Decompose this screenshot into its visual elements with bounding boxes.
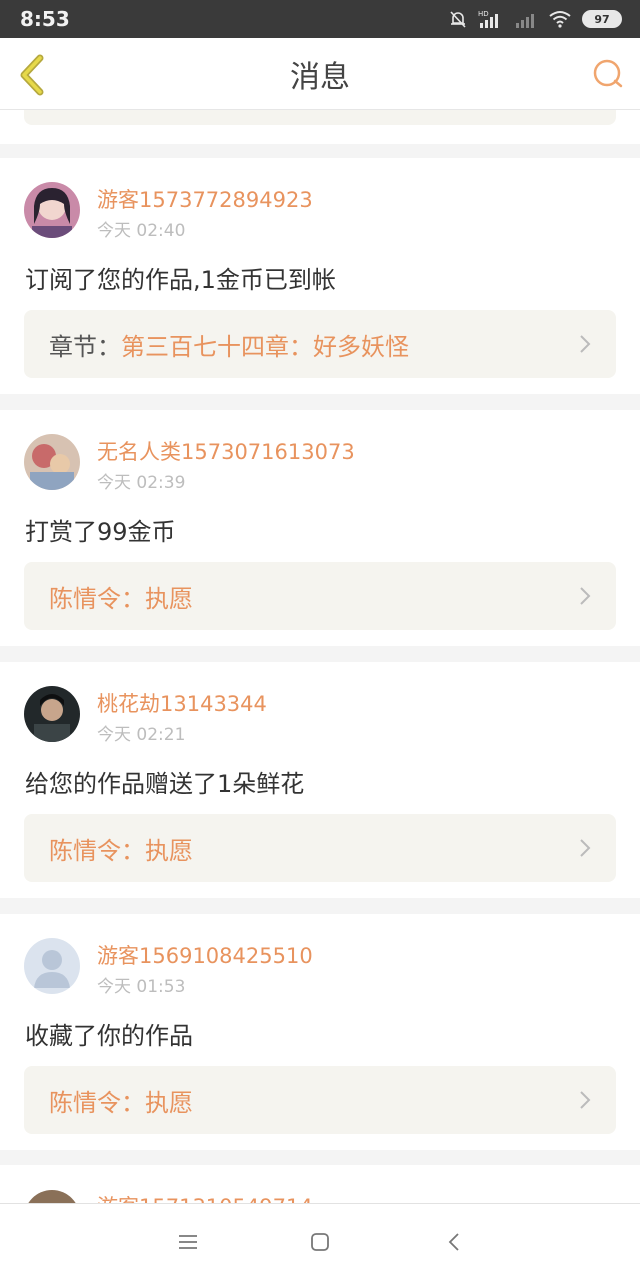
home-square-icon <box>311 1233 329 1251</box>
work-link[interactable]: 章节： 第三百七十四章：好多妖怪 <box>24 310 616 378</box>
avatar[interactable] <box>24 434 80 490</box>
battery-indicator: 97 <box>582 10 622 28</box>
chevron-right-icon <box>580 839 591 857</box>
search-button[interactable] <box>590 56 626 92</box>
mute-bell-icon <box>450 11 466 28</box>
status-icons: HD 97 <box>448 9 622 29</box>
home-button[interactable] <box>306 1230 334 1254</box>
timestamp: 今天 01:53 <box>97 977 186 997</box>
username[interactable]: 无名人类1573071613073 <box>97 436 355 466</box>
work-link[interactable]: 陈情令：执愿 <box>24 562 616 630</box>
work-title: 第三百七十四章：好多妖怪 <box>121 332 409 361</box>
notification-card: 游客1569108425510 今天 01:53 收藏了你的作品 陈情令：执愿 <box>0 914 640 1150</box>
status-time: 8:53 <box>20 7 70 31</box>
header: 消息 <box>0 38 640 110</box>
work-title: 陈情令：执愿 <box>49 584 193 613</box>
timestamp: 今天 02:39 <box>97 473 186 493</box>
work-link[interactable]: 陈情令：执愿 <box>24 814 616 882</box>
work-link[interactable]: 陈情令：执愿 <box>24 1066 616 1134</box>
signal-weak-icon <box>516 14 534 28</box>
search-icon <box>593 59 623 88</box>
chevron-right-icon <box>580 587 591 605</box>
message-feed[interactable]: 游客1573772894923 今天 02:40 订阅了您的作品,1金币已到帐 … <box>0 110 640 1203</box>
message-text: 打赏了99金币 <box>25 518 176 546</box>
work-title: 陈情令：执愿 <box>49 836 193 865</box>
wifi-icon <box>549 11 571 28</box>
default-avatar[interactable] <box>24 938 80 994</box>
signal-hd-icon: HD <box>478 10 498 28</box>
back-chevron-icon <box>20 54 44 96</box>
notification-card: 游客1573772894923 今天 02:40 订阅了您的作品,1金币已到帐 … <box>0 158 640 394</box>
username[interactable]: 游客1573772894923 <box>97 184 313 214</box>
message-text: 给您的作品赠送了1朵鲜花 <box>25 770 305 798</box>
svg-text:HD: HD <box>478 10 489 18</box>
chevron-right-icon <box>580 1091 591 1109</box>
status-bar: 8:53 HD 97 <box>0 0 640 38</box>
work-prefix: 章节： <box>49 332 121 361</box>
username[interactable]: 桃花劫13143344 <box>97 688 267 718</box>
timestamp: 今天 02:40 <box>97 221 186 241</box>
menu-icon <box>179 1235 197 1249</box>
avatar[interactable] <box>24 686 80 742</box>
nav-back-button[interactable] <box>440 1230 468 1254</box>
avatar[interactable] <box>24 1190 80 1203</box>
message-text: 收藏了你的作品 <box>25 1022 193 1050</box>
chevron-right-icon <box>580 335 591 353</box>
username[interactable]: 游客1569108425510 <box>97 940 313 970</box>
notification-card: 桃花劫13143344 今天 02:21 给您的作品赠送了1朵鲜花 陈情令：执愿 <box>0 662 640 898</box>
menu-button[interactable] <box>174 1230 202 1254</box>
screen: 8:53 HD 97 消息 游客1573772894923 今天 02:40 订… <box>0 0 640 1280</box>
back-button[interactable] <box>14 54 50 96</box>
work-title: 陈情令：执愿 <box>49 1088 193 1117</box>
username[interactable]: 游客1571310549714 <box>97 1191 313 1203</box>
back-triangle-icon <box>448 1233 459 1251</box>
partial-work-link[interactable] <box>24 110 616 125</box>
avatar[interactable] <box>24 182 80 238</box>
page-title: 消息 <box>290 59 350 95</box>
partial-next-card: 游客1571310549714 <box>0 1165 640 1203</box>
timestamp: 今天 02:21 <box>97 725 186 745</box>
partial-previous-card <box>0 110 640 144</box>
notification-card: 无名人类1573071613073 今天 02:39 打赏了99金币 陈情令：执… <box>0 410 640 646</box>
system-nav-bar <box>0 1203 640 1280</box>
message-text: 订阅了您的作品,1金币已到帐 <box>25 266 336 294</box>
